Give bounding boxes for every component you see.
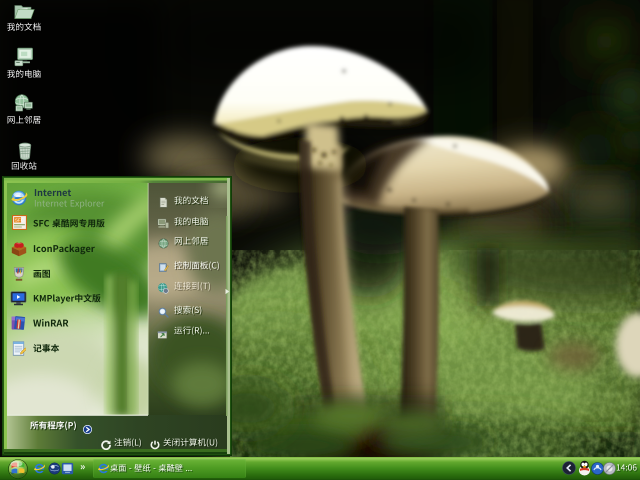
- svg-text:SFC: SFC: [15, 218, 25, 223]
